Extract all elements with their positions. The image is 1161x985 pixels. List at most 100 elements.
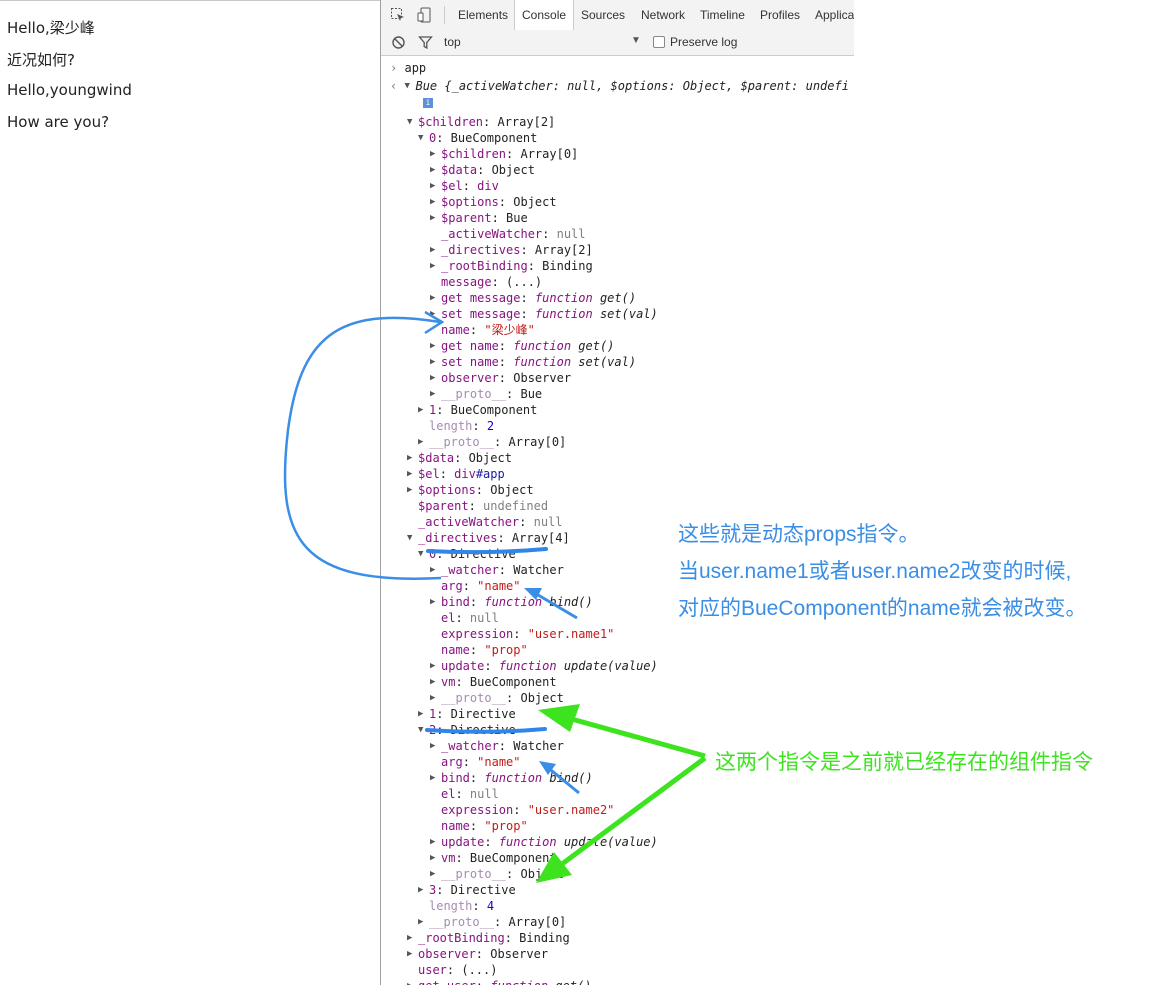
collapsed-triangle-icon[interactable]: ▶ — [430, 386, 441, 402]
object-tree-row[interactable]: ▶ $data: Object — [430, 162, 535, 178]
collapsed-triangle-icon[interactable]: ▶ — [430, 354, 441, 370]
expanded-triangle-icon[interactable]: ▼ — [407, 114, 418, 130]
object-tree-row[interactable]: ▶ vm: BueComponent — [430, 674, 557, 690]
object-tree-row[interactable]: ▶get user: function get() — [407, 978, 591, 985]
object-tree-row[interactable]: ▶ $parent: Bue — [430, 210, 528, 226]
collapsed-triangle-icon[interactable]: ▶ — [430, 770, 441, 786]
object-tree-row[interactable]: ▶ __proto__: Object — [430, 690, 564, 706]
collapsed-triangle-icon[interactable]: ▶ — [407, 930, 418, 946]
object-tree-row[interactable]: ▶ vm: BueComponent — [430, 850, 557, 866]
clear-console-icon[interactable] — [391, 35, 406, 50]
object-tree-row[interactable]: ▼ 0: Directive — [418, 546, 516, 562]
property-key: bind — [441, 595, 470, 609]
collapsed-triangle-icon[interactable]: ▶ — [407, 978, 418, 985]
object-tree-row[interactable]: ▼ _directives: Array[4] — [407, 530, 570, 546]
object-tree-row[interactable]: ▶ get name: function get() — [430, 338, 614, 354]
object-tree-row[interactable]: ▶ _rootBinding: Binding — [430, 258, 593, 274]
object-tree-row[interactable]: ▶ __proto__: Object — [430, 866, 564, 882]
filter-icon[interactable] — [418, 35, 433, 50]
object-tree-row[interactable]: ▶ 1: BueComponent — [418, 402, 537, 418]
tab-profiles[interactable]: Profiles — [760, 0, 800, 30]
collapsed-triangle-icon[interactable]: ▶ — [418, 882, 429, 898]
collapsed-triangle-icon[interactable]: ▶ — [430, 690, 441, 706]
device-mode-icon[interactable] — [417, 7, 433, 23]
console-result-line[interactable]: ‹ ▼ Bue {_activeWatcher: null, $options: … — [390, 78, 849, 94]
property-value: : — [472, 419, 487, 433]
object-tree-row[interactable]: ▶ bind: function bind() — [430, 770, 593, 786]
collapsed-triangle-icon[interactable]: ▶ — [430, 210, 441, 226]
object-tree-row[interactable]: ▶ bind: function bind() — [430, 594, 593, 610]
object-tree-row[interactable]: ▶ _directives: Array[2] — [430, 242, 593, 258]
collapsed-triangle-icon[interactable]: ▶ — [418, 434, 429, 450]
collapsed-triangle-icon[interactable]: ▶ — [407, 466, 418, 482]
collapsed-triangle-icon[interactable]: ▶ — [430, 562, 441, 578]
tab-timeline[interactable]: Timeline — [700, 0, 745, 30]
object-tree-row[interactable]: ▶ $children: Array[0] — [430, 146, 578, 162]
info-badge[interactable]: i — [423, 94, 433, 110]
object-tree-row[interactable]: ▶ set message: function set(val) — [430, 306, 658, 322]
object-tree-row[interactable]: ▶ update: function update(value) — [430, 834, 658, 850]
collapsed-triangle-icon[interactable]: ▶ — [430, 242, 441, 258]
collapsed-triangle-icon[interactable]: ▶ — [407, 450, 418, 466]
toolbar-divider — [444, 6, 445, 24]
collapsed-triangle-icon[interactable]: ▶ — [430, 306, 441, 322]
collapsed-triangle-icon[interactable]: ▶ — [430, 594, 441, 610]
collapsed-triangle-icon[interactable]: ▶ — [418, 402, 429, 418]
object-tree-row[interactable]: ▶ $el: div#app — [407, 466, 505, 482]
object-tree-row[interactable]: ▶ __proto__: Array[0] — [418, 914, 566, 930]
object-tree-row[interactable]: ▶ observer: Observer — [407, 946, 548, 962]
collapsed-triangle-icon[interactable]: ▶ — [430, 658, 441, 674]
object-tree-row[interactable]: ▶ $options: Object — [430, 194, 557, 210]
tab-sources[interactable]: Sources — [581, 0, 625, 30]
collapsed-triangle-icon[interactable]: ▶ — [430, 850, 441, 866]
collapsed-triangle-icon[interactable]: ▶ — [407, 482, 418, 498]
tab-application[interactable]: Applica — [815, 0, 854, 30]
tab-elements[interactable]: Elements — [458, 0, 508, 30]
collapsed-triangle-icon[interactable]: ▶ — [430, 178, 441, 194]
collapsed-triangle-icon[interactable]: ▶ — [430, 738, 441, 754]
collapsed-triangle-icon[interactable]: ▶ — [430, 834, 441, 850]
property-value: "user.name1" — [527, 627, 615, 641]
collapsed-triangle-icon[interactable]: ▶ — [418, 706, 429, 722]
object-tree-row[interactable]: ▼ 2: Directive — [418, 722, 516, 738]
context-selector[interactable]: top — [444, 35, 461, 49]
object-tree-row[interactable]: ▶ $data: Object — [407, 450, 512, 466]
expand-triangle-icon[interactable]: ▼ — [404, 78, 415, 94]
object-tree-row[interactable]: ▼ 0: BueComponent — [418, 130, 537, 146]
collapsed-triangle-icon[interactable]: ▶ — [430, 338, 441, 354]
object-tree-row[interactable]: ▼ $children: Array[2] — [407, 114, 555, 130]
dropdown-arrow-icon[interactable]: ▼ — [631, 35, 641, 46]
inspect-icon[interactable] — [390, 7, 406, 23]
expanded-triangle-icon[interactable]: ▼ — [418, 130, 429, 146]
collapsed-triangle-icon[interactable]: ▶ — [407, 946, 418, 962]
object-tree-row[interactable]: ▶ update: function update(value) — [430, 658, 658, 674]
object-tree-row[interactable]: ▶ $el: div — [430, 178, 499, 194]
collapsed-triangle-icon[interactable]: ▶ — [430, 146, 441, 162]
collapsed-triangle-icon[interactable]: ▶ — [418, 914, 429, 930]
expanded-triangle-icon[interactable]: ▼ — [407, 530, 418, 546]
object-tree-row: length: 2 — [418, 418, 494, 434]
collapsed-triangle-icon[interactable]: ▶ — [430, 162, 441, 178]
collapsed-triangle-icon[interactable]: ▶ — [430, 194, 441, 210]
object-tree-row[interactable]: ▶ 1: Directive — [418, 706, 516, 722]
object-tree-row[interactable]: ▶ _rootBinding: Binding — [407, 930, 570, 946]
collapsed-triangle-icon[interactable]: ▶ — [430, 258, 441, 274]
collapsed-triangle-icon[interactable]: ▶ — [430, 866, 441, 882]
collapsed-triangle-icon[interactable]: ▶ — [430, 370, 441, 386]
expanded-triangle-icon[interactable]: ▼ — [418, 722, 429, 738]
object-tree-row[interactable]: ▶ _watcher: Watcher — [430, 562, 564, 578]
object-tree-row[interactable]: ▶ get message: function get() — [430, 290, 636, 306]
object-tree-row[interactable]: ▶ _watcher: Watcher — [430, 738, 564, 754]
collapsed-triangle-icon[interactable]: ▶ — [430, 290, 441, 306]
object-tree-row[interactable]: ▶ set name: function set(val) — [430, 354, 636, 370]
preserve-log-checkbox[interactable] — [653, 36, 665, 48]
object-tree-row[interactable]: ▶ __proto__: Array[0] — [418, 434, 566, 450]
tab-console[interactable]: Console — [514, 0, 575, 31]
object-tree-row[interactable]: ▶ 3: Directive — [418, 882, 516, 898]
expanded-triangle-icon[interactable]: ▼ — [418, 546, 429, 562]
object-tree-row[interactable]: ▶ $options: Object — [407, 482, 534, 498]
object-tree-row[interactable]: ▶ observer: Observer — [430, 370, 571, 386]
collapsed-triangle-icon[interactable]: ▶ — [430, 674, 441, 690]
tab-network[interactable]: Network — [641, 0, 685, 30]
object-tree-row[interactable]: ▶ __proto__: Bue — [430, 386, 542, 402]
